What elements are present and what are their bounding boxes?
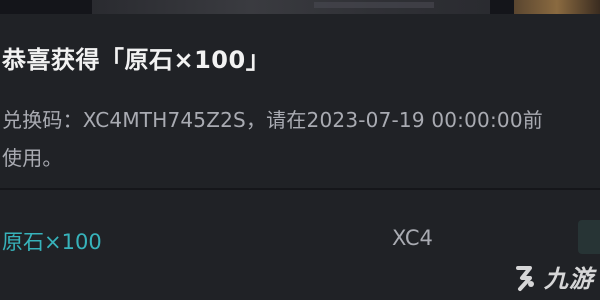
mail-body-line: 兑换码：XC4MTH745Z2S，请在2023-07-19 00:00:00前 (2, 108, 543, 132)
thumbnail-image[interactable] (514, 0, 600, 14)
watermark-text: 九游 (544, 265, 594, 293)
screen: 恭喜获得「原石×100」 兑换码：XC4MTH745Z2S，请在2023-07-… (0, 0, 600, 300)
redeem-code-preview: XC4 (392, 226, 433, 250)
watermark: 九游 (510, 259, 594, 294)
thumbnail-image[interactable] (92, 0, 490, 14)
mail-title: 恭喜获得「原石×100」 (2, 46, 271, 74)
mail-card: 恭喜获得「原石×100」 兑换码：XC4MTH745Z2S，请在2023-07-… (0, 14, 600, 300)
reward-name: 原石×100 (2, 230, 102, 254)
top-thumbnail-strip (0, 0, 600, 14)
mail-body-line: 使用。 (2, 146, 63, 170)
copy-code-button[interactable] (578, 220, 600, 254)
jiuyou-logo-icon (516, 265, 534, 291)
